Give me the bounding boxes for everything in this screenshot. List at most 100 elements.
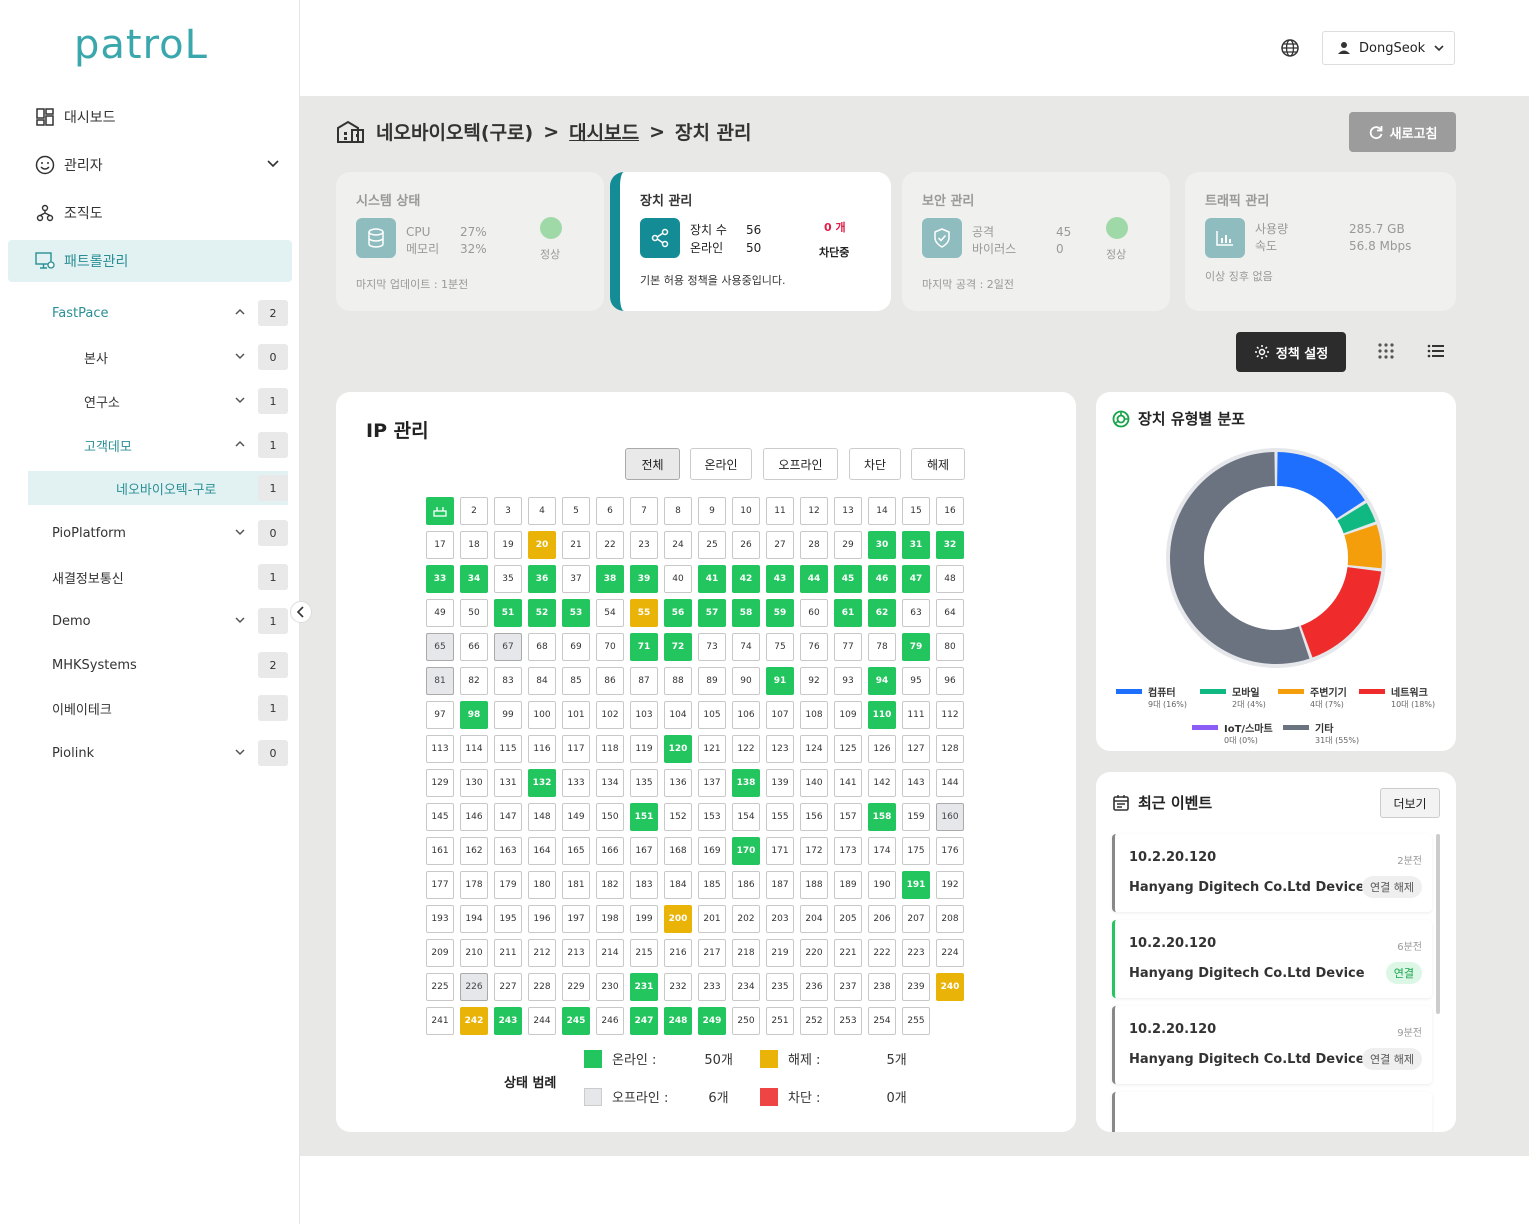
tree-item[interactable]: FastPace 2 <box>52 296 288 330</box>
ip-cell[interactable]: 226 <box>460 973 488 1001</box>
ip-cell[interactable]: 21 <box>562 531 590 559</box>
ip-cell[interactable]: 114 <box>460 735 488 763</box>
ip-cell[interactable]: 238 <box>868 973 896 1001</box>
ip-cell[interactable]: 96 <box>936 667 964 695</box>
ip-cell[interactable]: 207 <box>902 905 930 933</box>
ip-cell[interactable]: 193 <box>426 905 454 933</box>
ip-cell[interactable]: 16 <box>936 497 964 525</box>
ip-cell[interactable]: 79 <box>902 633 930 661</box>
ip-cell[interactable]: 43 <box>766 565 794 593</box>
ip-cell[interactable]: 48 <box>936 565 964 593</box>
ip-cell[interactable]: 230 <box>596 973 624 1001</box>
ip-cell[interactable]: 215 <box>630 939 658 967</box>
ip-cell[interactable]: 3 <box>494 497 522 525</box>
tree-item[interactable]: 본사 0 <box>84 340 288 374</box>
ip-cell[interactable]: 31 <box>902 531 930 559</box>
ip-cell[interactable]: 49 <box>426 599 454 627</box>
ip-cell[interactable]: 115 <box>494 735 522 763</box>
ip-cell[interactable]: 65 <box>426 633 454 661</box>
ip-cell[interactable]: 194 <box>460 905 488 933</box>
ip-cell[interactable]: 76 <box>800 633 828 661</box>
chevron-down-icon[interactable] <box>234 614 246 630</box>
ip-cell[interactable]: 198 <box>596 905 624 933</box>
ip-cell[interactable]: 179 <box>494 871 522 899</box>
ip-cell[interactable]: 116 <box>528 735 556 763</box>
ip-cell[interactable]: 64 <box>936 599 964 627</box>
ip-cell[interactable]: 200 <box>664 905 692 933</box>
ip-cell[interactable]: 2 <box>460 497 488 525</box>
ip-cell[interactable]: 55 <box>630 599 658 627</box>
ip-cell[interactable]: 103 <box>630 701 658 729</box>
ip-cell[interactable]: 35 <box>494 565 522 593</box>
ip-cell[interactable]: 81 <box>426 667 454 695</box>
ip-cell[interactable]: 229 <box>562 973 590 1001</box>
ip-cell[interactable]: 221 <box>834 939 862 967</box>
ip-cell[interactable]: 131 <box>494 769 522 797</box>
ip-cell[interactable]: 120 <box>664 735 692 763</box>
ip-cell[interactable]: 151 <box>630 803 658 831</box>
ip-cell[interactable]: 142 <box>868 769 896 797</box>
ip-cell[interactable]: 158 <box>868 803 896 831</box>
ip-cell[interactable]: 240 <box>936 973 964 1001</box>
ip-cell[interactable]: 214 <box>596 939 624 967</box>
tree-item[interactable]: 이베이테크 1 <box>52 691 288 725</box>
ip-cell[interactable]: 163 <box>494 837 522 865</box>
ip-cell[interactable]: 34 <box>460 565 488 593</box>
ip-cell[interactable]: 4 <box>528 497 556 525</box>
event-item[interactable]: 10.2.20.120 6분전 Hanyang Digitech Co.Ltd … <box>1112 920 1432 998</box>
chevron-up-icon[interactable] <box>234 438 246 454</box>
ip-cell[interactable]: 132 <box>528 769 556 797</box>
ip-cell[interactable]: 12 <box>800 497 828 525</box>
ip-cell[interactable]: 5 <box>562 497 590 525</box>
ip-cell[interactable]: 182 <box>596 871 624 899</box>
chevron-up-icon[interactable] <box>234 306 246 322</box>
ip-cell[interactable]: 86 <box>596 667 624 695</box>
ip-cell[interactable]: 184 <box>664 871 692 899</box>
ip-cell[interactable]: 61 <box>834 599 862 627</box>
ip-cell[interactable]: 244 <box>528 1007 556 1035</box>
ip-cell[interactable]: 187 <box>766 871 794 899</box>
ip-cell[interactable]: 7 <box>630 497 658 525</box>
ip-cell[interactable]: 11 <box>766 497 794 525</box>
sidebar-collapse-button[interactable] <box>290 601 312 623</box>
ip-cell[interactable]: 80 <box>936 633 964 661</box>
ip-cell[interactable]: 188 <box>800 871 828 899</box>
ip-cell[interactable]: 160 <box>936 803 964 831</box>
ip-cell[interactable]: 250 <box>732 1007 760 1035</box>
ip-cell[interactable]: 223 <box>902 939 930 967</box>
ip-cell[interactable]: 84 <box>528 667 556 695</box>
ip-cell[interactable]: 161 <box>426 837 454 865</box>
ip-cell[interactable]: 126 <box>868 735 896 763</box>
ip-cell[interactable]: 59 <box>766 599 794 627</box>
ip-cell[interactable]: 130 <box>460 769 488 797</box>
nav-patrol[interactable]: 패트롤관리 <box>8 240 292 282</box>
ip-cell[interactable]: 62 <box>868 599 896 627</box>
ip-cell[interactable]: 73 <box>698 633 726 661</box>
ip-cell[interactable]: 124 <box>800 735 828 763</box>
patrol-logo[interactable]: patroL <box>74 22 208 68</box>
ip-cell[interactable]: 26 <box>732 531 760 559</box>
ip-cell[interactable]: 162 <box>460 837 488 865</box>
ip-cell[interactable]: 204 <box>800 905 828 933</box>
ip-cell[interactable]: 145 <box>426 803 454 831</box>
ip-cell[interactable]: 106 <box>732 701 760 729</box>
ip-cell[interactable]: 236 <box>800 973 828 1001</box>
ip-cell[interactable]: 156 <box>800 803 828 831</box>
ip-cell[interactable]: 30 <box>868 531 896 559</box>
ip-cell[interactable]: 171 <box>766 837 794 865</box>
ip-cell[interactable]: 85 <box>562 667 590 695</box>
card-system-status[interactable]: 시스템 상태 CPU 메모리 27% 32% 정상 마지막 업데이트 : 1분전 <box>336 172 604 311</box>
ip-cell[interactable]: 177 <box>426 871 454 899</box>
nav-admin[interactable]: 관리자 <box>8 144 292 186</box>
more-button[interactable]: 더보기 <box>1380 788 1440 818</box>
ip-cell[interactable]: 192 <box>936 871 964 899</box>
filter-released-button[interactable]: 해제 <box>911 448 965 480</box>
tree-item[interactable]: 고객데모 1 <box>84 428 288 462</box>
ip-cell[interactable]: 33 <box>426 565 454 593</box>
ip-cell[interactable]: 133 <box>562 769 590 797</box>
ip-cell[interactable]: 212 <box>528 939 556 967</box>
ip-cell[interactable]: 47 <box>902 565 930 593</box>
chevron-down-icon[interactable] <box>234 394 246 410</box>
ip-cell[interactable]: 29 <box>834 531 862 559</box>
chevron-down-icon[interactable] <box>234 526 246 542</box>
